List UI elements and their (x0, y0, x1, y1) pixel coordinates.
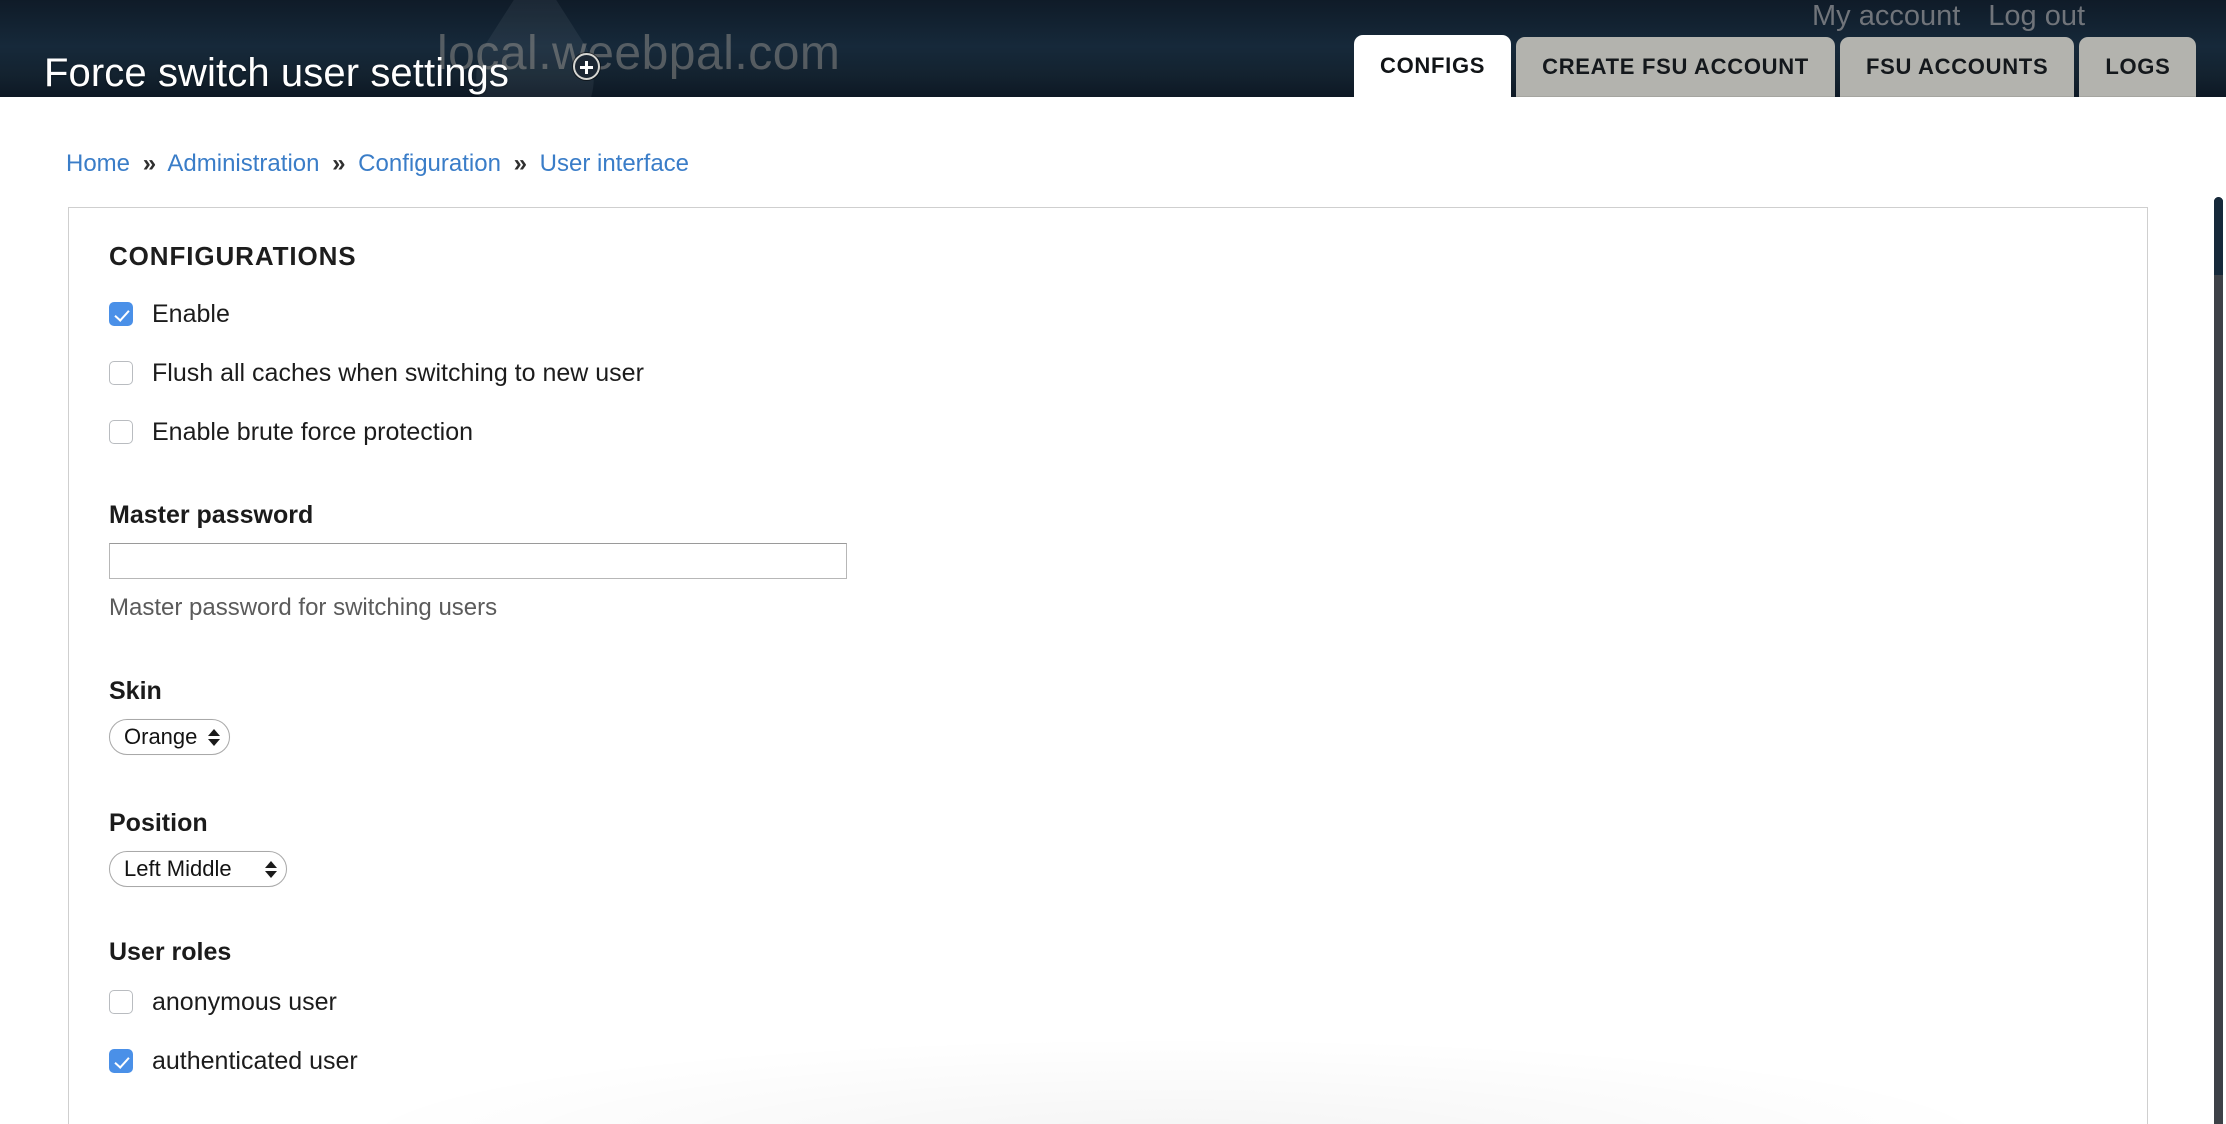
checkbox-row-authenticated-user[interactable]: authenticated user (109, 1046, 2107, 1076)
breadcrumb-separator: » (142, 150, 157, 177)
checkbox-row-flush-caches[interactable]: Flush all caches when switching to new u… (109, 358, 2107, 388)
master-password-group: Master password Master password for swit… (109, 500, 2107, 623)
checkbox-row-enable[interactable]: Enable (109, 299, 2107, 329)
breadcrumb-item-administration[interactable]: Administration (167, 150, 319, 177)
skin-select[interactable]: Orange (109, 719, 231, 755)
main-content: Home » Administration » Configuration » … (0, 97, 2226, 1124)
checkbox-label-anonymous-user: anonymous user (152, 988, 337, 1016)
checkbox-label-enable: Enable (152, 300, 230, 328)
page-title: Force switch user settings (44, 50, 509, 95)
plus-circle-icon[interactable] (573, 53, 600, 80)
position-selected-value: Left Middle (124, 856, 232, 881)
updown-arrows-icon (265, 860, 277, 878)
my-account-link[interactable]: My account (1812, 0, 1960, 34)
application-window: local.weebpal.com Force switch user sett… (0, 0, 2226, 1124)
position-select[interactable]: Left Middle (109, 851, 287, 887)
vertical-scrollbar-thumb-top-segment[interactable] (2214, 197, 2223, 275)
checkbox-enable[interactable] (109, 302, 133, 326)
skin-label: Skin (109, 677, 162, 705)
user-roles-label: User roles (109, 938, 232, 966)
master-password-input[interactable] (109, 543, 847, 579)
checkbox-anonymous-user[interactable] (109, 990, 133, 1014)
checkbox-authenticated-user[interactable] (109, 1049, 133, 1073)
breadcrumb: Home » Administration » Configuration » … (66, 149, 689, 179)
admin-header: local.weebpal.com Force switch user sett… (0, 0, 2226, 97)
checkbox-row-brute-force[interactable]: Enable brute force protection (109, 417, 2107, 447)
breadcrumb-item-user-interface[interactable]: User interface (540, 150, 689, 177)
tab-fsu-accounts[interactable]: FSU ACCOUNTS (1839, 37, 2075, 97)
user-links: My account Log out (1812, 0, 2085, 34)
breadcrumb-separator: » (513, 150, 527, 177)
master-password-label: Master password (109, 501, 314, 529)
master-password-description: Master password for switching users (109, 594, 498, 621)
vertical-scrollbar-track[interactable] (2210, 97, 2226, 1124)
breadcrumb-separator: » (332, 150, 346, 177)
checkbox-row-anonymous-user[interactable]: anonymous user (109, 987, 2107, 1017)
tab-create-fsu-account[interactable]: CREATE FSU ACCOUNT (1516, 37, 1835, 97)
configurations-panel: CONFIGURATIONS Enable Flush all caches w… (68, 207, 2148, 1124)
section-title: CONFIGURATIONS (109, 241, 357, 271)
breadcrumb-item-home[interactable]: Home (66, 150, 130, 177)
checkbox-label-brute-force: Enable brute force protection (152, 418, 474, 446)
log-out-link[interactable]: Log out (1988, 0, 2085, 34)
checkbox-label-flush-caches: Flush all caches when switching to new u… (152, 359, 644, 387)
tab-logs[interactable]: LOGS (2079, 37, 2197, 97)
primary-tabs: CONFIGS CREATE FSU ACCOUNT FSU ACCOUNTS … (1354, 34, 2197, 97)
checkbox-flush-caches[interactable] (109, 361, 133, 385)
checkbox-label-authenticated-user: authenticated user (152, 1047, 358, 1075)
tab-configs[interactable]: CONFIGS (1354, 35, 1512, 97)
vertical-scrollbar-thumb[interactable] (2214, 197, 2223, 1124)
skin-selected-value: Orange (124, 724, 198, 749)
skin-group: Skin Orange (109, 676, 2107, 755)
checkbox-brute-force-protection[interactable] (109, 420, 133, 444)
position-group: Position Left Middle (109, 808, 2107, 887)
position-label: Position (109, 809, 208, 837)
updown-arrows-icon (208, 728, 221, 746)
breadcrumb-item-configuration[interactable]: Configuration (358, 150, 501, 177)
user-roles-group: User roles anonymous user authenticated … (109, 937, 2107, 1076)
